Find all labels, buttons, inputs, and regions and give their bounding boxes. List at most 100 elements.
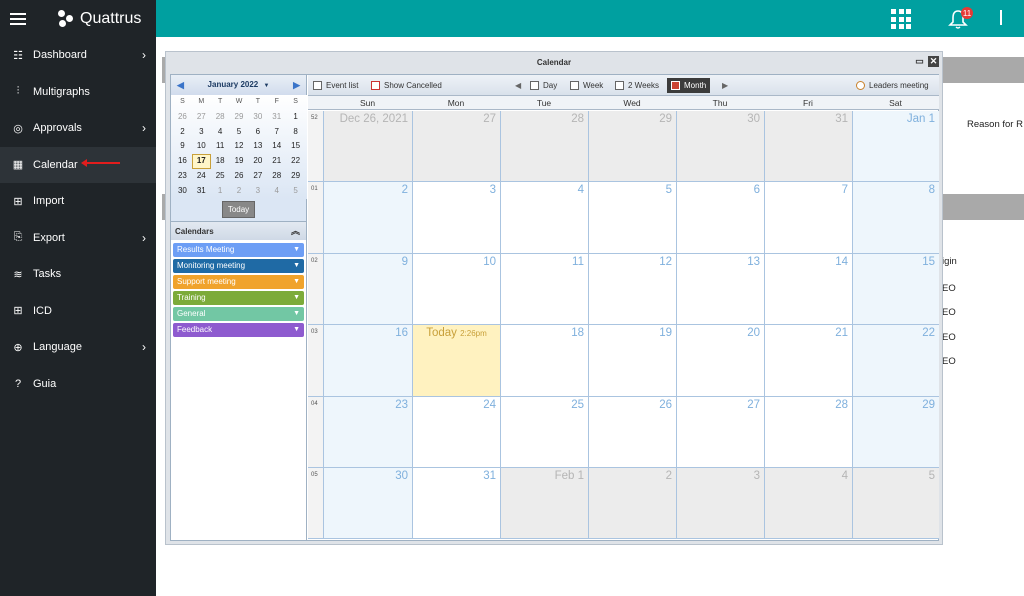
day-cell[interactable]: 31 <box>412 468 500 539</box>
mini-calendar-day[interactable]: 2 <box>173 125 192 140</box>
day-view-button[interactable]: Day <box>530 75 557 96</box>
mini-calendar-day[interactable]: 15 <box>286 139 305 154</box>
mini-calendar-day[interactable]: 27 <box>248 169 267 184</box>
week-view-button[interactable]: Week <box>570 75 603 96</box>
mini-calendar-day[interactable]: 7 <box>267 125 286 140</box>
sidebar-item-import[interactable]: ⊞ Import <box>0 183 156 220</box>
mini-calendar-day[interactable]: 31 <box>267 110 286 125</box>
week-number[interactable]: 01 <box>308 182 323 253</box>
day-cell[interactable]: Jan 1 <box>852 111 939 182</box>
mini-calendar-day[interactable]: 24 <box>192 169 211 184</box>
day-cell[interactable]: 20 <box>676 325 764 396</box>
day-cell[interactable]: 22 <box>852 325 939 396</box>
calendar-item[interactable]: Training ▼ <box>173 290 304 305</box>
sidebar-item-multigraphs[interactable]: ⫶ Multigraphs <box>0 74 156 111</box>
mini-calendar-day[interactable]: 13 <box>248 139 267 154</box>
day-cell[interactable]: 26 <box>588 396 676 467</box>
day-cell[interactable]: 12 <box>588 253 676 325</box>
mini-calendar-day[interactable]: 30 <box>173 184 192 199</box>
day-cell[interactable]: 27 <box>412 111 500 182</box>
mini-calendar-day[interactable]: 18 <box>211 154 230 169</box>
sidebar-item-calendar[interactable]: ▦ Calendar <box>0 146 156 183</box>
mini-calendar-day[interactable]: 20 <box>248 154 267 169</box>
day-cell[interactable]: 5 <box>852 468 939 539</box>
day-cell[interactable]: 15 <box>852 253 939 325</box>
day-cell[interactable]: 24 <box>412 396 500 467</box>
mini-calendar-day[interactable]: 29 <box>230 110 249 125</box>
calendar-item[interactable]: Monitoring meeting ▼ <box>173 258 304 273</box>
day-cell[interactable]: 30 <box>676 111 764 182</box>
mini-calendar-day[interactable]: 1 <box>286 110 305 125</box>
day-cell[interactable]: 10 <box>412 253 500 325</box>
day-cell[interactable]: 30 <box>323 468 412 539</box>
mini-calendar-day[interactable]: 16 <box>173 154 192 169</box>
day-cell[interactable]: 27 <box>676 396 764 467</box>
sidebar-item-dashboard[interactable]: ☷ Dashboard › <box>0 37 156 74</box>
day-cell[interactable]: 31 <box>764 111 852 182</box>
mini-calendar-today[interactable]: 17 <box>191 154 211 169</box>
leaders-meeting-button[interactable]: Leaders meeting <box>856 75 929 96</box>
mini-calendar-day[interactable]: 30 <box>248 110 267 125</box>
day-cell[interactable]: 25 <box>500 396 588 467</box>
day-cell[interactable]: 2 <box>588 468 676 539</box>
mini-calendar-day[interactable]: 23 <box>173 169 192 184</box>
sidebar-item-export[interactable]: ⎘ Export › <box>0 220 156 257</box>
mini-calendar-day[interactable]: 31 <box>192 184 211 199</box>
calendar-item[interactable]: Support meeting ▼ <box>173 274 304 289</box>
next-month-icon[interactable]: ▶ <box>293 75 300 95</box>
sidebar-item-icd[interactable]: ⊞ ICD <box>0 293 156 330</box>
mini-calendar-day[interactable]: 3 <box>192 125 211 140</box>
calendars-header[interactable]: Calendars ︽ <box>171 220 306 241</box>
maximize-icon[interactable]: ▭ <box>914 56 925 67</box>
day-cell[interactable]: 23 <box>323 396 412 467</box>
today-button[interactable]: Today <box>221 201 256 219</box>
prev-period-icon[interactable]: ◀ <box>515 75 521 96</box>
mini-calendar-day[interactable]: 29 <box>286 169 305 184</box>
day-cell[interactable]: 7 <box>764 182 852 253</box>
mini-calendar-day[interactable]: 12 <box>230 139 249 154</box>
mini-calendar-day[interactable]: 26 <box>173 110 192 125</box>
day-cell[interactable]: 3 <box>412 182 500 253</box>
dropdown-arrow-icon[interactable]: ▼ <box>293 259 300 273</box>
day-cell[interactable]: 29 <box>588 111 676 182</box>
mini-calendar-day[interactable]: 5 <box>230 125 249 140</box>
mini-calendar-day[interactable]: 9 <box>173 139 192 154</box>
hamburger-menu-icon[interactable] <box>10 12 28 25</box>
prev-month-icon[interactable]: ◀ <box>177 75 184 95</box>
month-dropdown-icon[interactable]: ▼ <box>263 83 269 89</box>
dropdown-arrow-icon[interactable]: ▼ <box>293 243 300 257</box>
mini-calendar-day[interactable]: 27 <box>192 110 211 125</box>
mini-calendar-day[interactable]: 3 <box>248 184 267 199</box>
mini-calendar-day[interactable]: 10 <box>192 139 211 154</box>
mini-calendar-day[interactable]: 2 <box>230 184 249 199</box>
sidebar-item-tasks[interactable]: ≋ Tasks <box>0 256 156 293</box>
sidebar-item-approvals[interactable]: ◎ Approvals › <box>0 110 156 147</box>
day-cell[interactable]: 11 <box>500 253 588 325</box>
mini-calendar-day[interactable]: 28 <box>211 110 230 125</box>
day-cell[interactable]: 9 <box>323 253 412 325</box>
mini-calendar-day[interactable]: 28 <box>267 169 286 184</box>
mini-calendar-day[interactable]: 6 <box>248 125 267 140</box>
collapse-icon[interactable]: ︽ <box>291 222 300 241</box>
day-cell[interactable]: 28 <box>764 396 852 467</box>
mini-calendar-day[interactable]: 21 <box>267 154 286 169</box>
mini-calendar-day[interactable]: 5 <box>286 184 305 199</box>
close-icon[interactable]: ✕ <box>928 56 939 67</box>
calendar-item[interactable]: Feedback ▼ <box>173 322 304 337</box>
dropdown-arrow-icon[interactable]: ▼ <box>293 275 300 289</box>
mini-calendar-day[interactable]: 26 <box>230 169 249 184</box>
mini-calendar-day[interactable]: 19 <box>230 154 249 169</box>
week-number[interactable]: 05 <box>308 468 323 539</box>
mini-calendar-month[interactable]: January 2022 <box>208 80 259 89</box>
show-cancelled-button[interactable]: Show Cancelled <box>371 75 442 96</box>
day-cell[interactable]: 3 <box>676 468 764 539</box>
day-cell[interactable]: 13 <box>676 253 764 325</box>
apps-grid-icon[interactable] <box>891 9 911 29</box>
day-cell[interactable]: 18 <box>500 325 588 396</box>
day-cell[interactable]: Dec 26, 2021 <box>323 111 412 182</box>
day-cell[interactable]: 8 <box>852 182 939 253</box>
day-cell-today[interactable]: Today 2:26pm <box>412 325 500 396</box>
event-list-button[interactable]: Event list <box>313 75 358 96</box>
mini-calendar-day[interactable]: 8 <box>286 125 305 140</box>
sidebar-item-language[interactable]: ⊕ Language › <box>0 329 156 366</box>
